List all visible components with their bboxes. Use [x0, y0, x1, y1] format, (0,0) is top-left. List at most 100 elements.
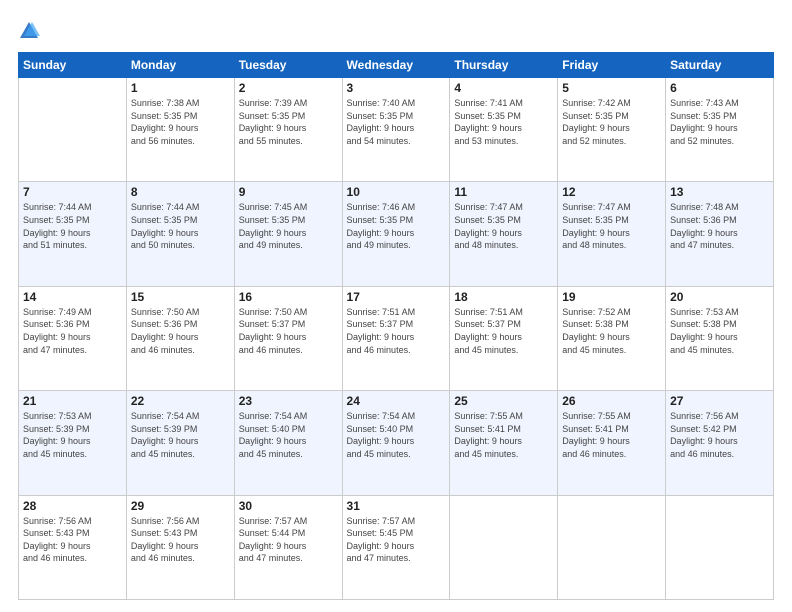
day-number: 8	[131, 185, 230, 199]
calendar-cell: 15 Sunrise: 7:50 AM Sunset: 5:36 PM Dayli…	[126, 286, 234, 390]
day-info: Sunrise: 7:53 AM Sunset: 5:39 PM Dayligh…	[23, 410, 122, 460]
calendar-cell: 26Sunrise: 7:55 AM Sunset: 5:41 PM Dayli…	[558, 391, 666, 495]
calendar-cell: 30Sunrise: 7:57 AM Sunset: 5:44 PM Dayli…	[234, 495, 342, 599]
day-header-thursday: Thursday	[450, 53, 558, 78]
calendar-cell: 5 Sunrise: 7:42 AM Sunset: 5:35 PM Daylig…	[558, 78, 666, 182]
calendar-cell: 20Sunrise: 7:53 AM Sunset: 5:38 PM Dayli…	[666, 286, 774, 390]
day-info: Sunrise: 7:56 AM Sunset: 5:42 PM Dayligh…	[670, 410, 769, 460]
day-number: 4	[454, 81, 553, 95]
day-number: 31	[347, 499, 446, 513]
calendar-cell: 4 Sunrise: 7:41 AM Sunset: 5:35 PM Daylig…	[450, 78, 558, 182]
day-number: 14	[23, 290, 122, 304]
day-info: Sunrise: 7:44 AM Sunset: 5:35 PM Dayligh…	[23, 201, 122, 251]
day-info: Sunrise: 7:56 AM Sunset: 5:43 PM Dayligh…	[23, 515, 122, 565]
calendar-cell: 10Sunrise: 7:46 AM Sunset: 5:35 PM Dayli…	[342, 182, 450, 286]
calendar-cell: 11Sunrise: 7:47 AM Sunset: 5:35 PM Dayli…	[450, 182, 558, 286]
day-header-monday: Monday	[126, 53, 234, 78]
calendar-cell: 22 Sunrise: 7:54 AM Sunset: 5:39 PM Dayli…	[126, 391, 234, 495]
day-number: 16	[239, 290, 338, 304]
page: SundayMondayTuesdayWednesdayThursdayFrid…	[0, 0, 792, 612]
day-info: Sunrise: 7:41 AM Sunset: 5:35 PM Dayligh…	[454, 97, 553, 147]
day-number: 17	[347, 290, 446, 304]
day-info: Sunrise: 7:55 AM Sunset: 5:41 PM Dayligh…	[454, 410, 553, 460]
calendar-cell: 14 Sunrise: 7:49 AM Sunset: 5:36 PM Dayli…	[19, 286, 127, 390]
day-info: Sunrise: 7:43 AM Sunset: 5:35 PM Dayligh…	[670, 97, 769, 147]
day-info: Sunrise: 7:51 AM Sunset: 5:37 PM Dayligh…	[347, 306, 446, 356]
calendar-cell	[450, 495, 558, 599]
day-number: 20	[670, 290, 769, 304]
calendar-cell: 7 Sunrise: 7:44 AM Sunset: 5:35 PM Daylig…	[19, 182, 127, 286]
day-number: 5	[562, 81, 661, 95]
calendar-cell: 6Sunrise: 7:43 AM Sunset: 5:35 PM Daylig…	[666, 78, 774, 182]
day-number: 18	[454, 290, 553, 304]
day-info: Sunrise: 7:38 AM Sunset: 5:35 PM Dayligh…	[131, 97, 230, 147]
day-info: Sunrise: 7:54 AM Sunset: 5:39 PM Dayligh…	[131, 410, 230, 460]
day-number: 12	[562, 185, 661, 199]
calendar-cell	[666, 495, 774, 599]
calendar-cell: 21 Sunrise: 7:53 AM Sunset: 5:39 PM Dayli…	[19, 391, 127, 495]
calendar-cell: 16 Sunrise: 7:50 AM Sunset: 5:37 PM Dayli…	[234, 286, 342, 390]
day-info: Sunrise: 7:50 AM Sunset: 5:37 PM Dayligh…	[239, 306, 338, 356]
calendar-cell	[19, 78, 127, 182]
day-number: 15	[131, 290, 230, 304]
day-number: 25	[454, 394, 553, 408]
day-info: Sunrise: 7:40 AM Sunset: 5:35 PM Dayligh…	[347, 97, 446, 147]
day-header-saturday: Saturday	[666, 53, 774, 78]
day-number: 24	[347, 394, 446, 408]
day-info: Sunrise: 7:54 AM Sunset: 5:40 PM Dayligh…	[347, 410, 446, 460]
calendar-cell: 2Sunrise: 7:39 AM Sunset: 5:35 PM Daylig…	[234, 78, 342, 182]
calendar-cell: 8 Sunrise: 7:44 AM Sunset: 5:35 PM Daylig…	[126, 182, 234, 286]
day-info: Sunrise: 7:56 AM Sunset: 5:43 PM Dayligh…	[131, 515, 230, 565]
calendar-week-row: 21 Sunrise: 7:53 AM Sunset: 5:39 PM Dayli…	[19, 391, 774, 495]
day-info: Sunrise: 7:49 AM Sunset: 5:36 PM Dayligh…	[23, 306, 122, 356]
day-header-friday: Friday	[558, 53, 666, 78]
calendar-table: SundayMondayTuesdayWednesdayThursdayFrid…	[18, 52, 774, 600]
day-header-sunday: Sunday	[19, 53, 127, 78]
day-number: 9	[239, 185, 338, 199]
day-number: 1	[131, 81, 230, 95]
day-number: 7	[23, 185, 122, 199]
header	[18, 18, 774, 42]
day-info: Sunrise: 7:54 AM Sunset: 5:40 PM Dayligh…	[239, 410, 338, 460]
day-number: 21	[23, 394, 122, 408]
calendar-cell: 24 Sunrise: 7:54 AM Sunset: 5:40 PM Dayli…	[342, 391, 450, 495]
calendar-week-row: 7 Sunrise: 7:44 AM Sunset: 5:35 PM Daylig…	[19, 182, 774, 286]
day-number: 19	[562, 290, 661, 304]
calendar-week-row: 1 Sunrise: 7:38 AM Sunset: 5:35 PM Daylig…	[19, 78, 774, 182]
logo-icon	[18, 20, 40, 42]
calendar-cell: 28 Sunrise: 7:56 AM Sunset: 5:43 PM Dayli…	[19, 495, 127, 599]
calendar-week-row: 28 Sunrise: 7:56 AM Sunset: 5:43 PM Dayli…	[19, 495, 774, 599]
calendar-cell: 29 Sunrise: 7:56 AM Sunset: 5:43 PM Dayli…	[126, 495, 234, 599]
day-info: Sunrise: 7:47 AM Sunset: 5:35 PM Dayligh…	[562, 201, 661, 251]
calendar-cell: 23Sunrise: 7:54 AM Sunset: 5:40 PM Dayli…	[234, 391, 342, 495]
day-info: Sunrise: 7:44 AM Sunset: 5:35 PM Dayligh…	[131, 201, 230, 251]
day-number: 2	[239, 81, 338, 95]
calendar-cell: 12 Sunrise: 7:47 AM Sunset: 5:35 PM Dayli…	[558, 182, 666, 286]
calendar-cell: 25 Sunrise: 7:55 AM Sunset: 5:41 PM Dayli…	[450, 391, 558, 495]
day-info: Sunrise: 7:52 AM Sunset: 5:38 PM Dayligh…	[562, 306, 661, 356]
day-info: Sunrise: 7:51 AM Sunset: 5:37 PM Dayligh…	[454, 306, 553, 356]
day-info: Sunrise: 7:57 AM Sunset: 5:45 PM Dayligh…	[347, 515, 446, 565]
calendar-header-row: SundayMondayTuesdayWednesdayThursdayFrid…	[19, 53, 774, 78]
day-info: Sunrise: 7:50 AM Sunset: 5:36 PM Dayligh…	[131, 306, 230, 356]
day-number: 30	[239, 499, 338, 513]
day-number: 11	[454, 185, 553, 199]
day-number: 29	[131, 499, 230, 513]
day-info: Sunrise: 7:55 AM Sunset: 5:41 PM Dayligh…	[562, 410, 661, 460]
day-number: 3	[347, 81, 446, 95]
calendar-cell: 19 Sunrise: 7:52 AM Sunset: 5:38 PM Dayli…	[558, 286, 666, 390]
logo	[18, 18, 44, 42]
day-number: 10	[347, 185, 446, 199]
day-number: 28	[23, 499, 122, 513]
day-info: Sunrise: 7:48 AM Sunset: 5:36 PM Dayligh…	[670, 201, 769, 251]
day-info: Sunrise: 7:42 AM Sunset: 5:35 PM Dayligh…	[562, 97, 661, 147]
calendar-cell: 31 Sunrise: 7:57 AM Sunset: 5:45 PM Dayli…	[342, 495, 450, 599]
day-info: Sunrise: 7:45 AM Sunset: 5:35 PM Dayligh…	[239, 201, 338, 251]
day-number: 22	[131, 394, 230, 408]
day-number: 27	[670, 394, 769, 408]
calendar-week-row: 14 Sunrise: 7:49 AM Sunset: 5:36 PM Dayli…	[19, 286, 774, 390]
calendar-cell	[558, 495, 666, 599]
calendar-cell: 27 Sunrise: 7:56 AM Sunset: 5:42 PM Dayli…	[666, 391, 774, 495]
day-number: 13	[670, 185, 769, 199]
calendar-cell: 17 Sunrise: 7:51 AM Sunset: 5:37 PM Dayli…	[342, 286, 450, 390]
